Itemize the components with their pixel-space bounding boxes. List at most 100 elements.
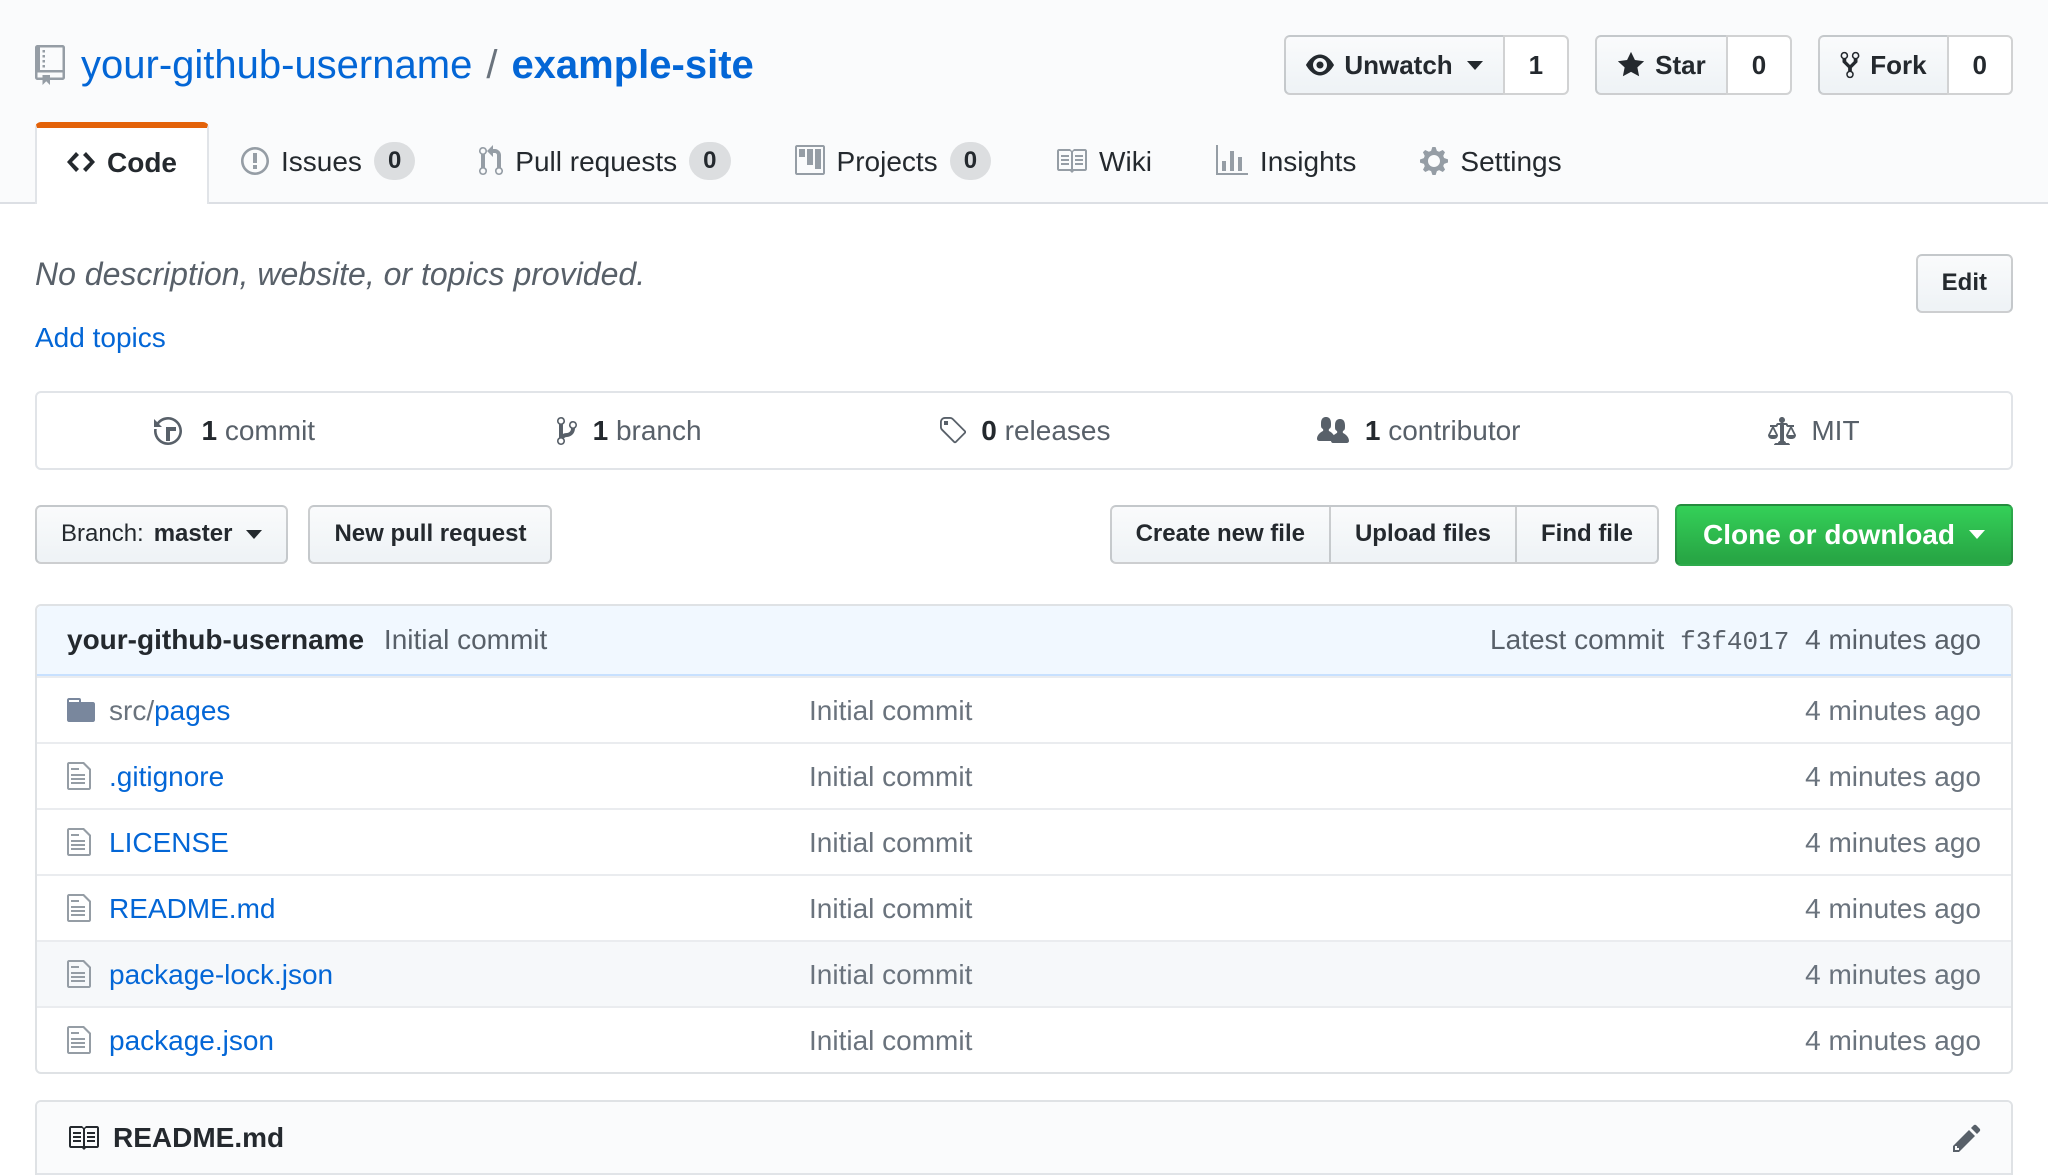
tab-label: Code <box>107 145 177 180</box>
stat-label: releases <box>1005 415 1111 446</box>
clone-label: Clone or download <box>1703 518 1955 552</box>
file-name-link[interactable]: package.json <box>109 1025 274 1056</box>
social-actions: Unwatch 1 Star 0 Fo <box>1284 35 2013 95</box>
repo-icon <box>35 45 65 85</box>
file-icon <box>67 826 109 858</box>
unwatch-button[interactable]: Unwatch <box>1284 35 1502 95</box>
repo-title: your-github-username / example-site <box>35 40 754 90</box>
stat-label: branch <box>616 415 702 446</box>
create-new-file-button[interactable]: Create new file <box>1110 505 1331 564</box>
table-row: package-lock.json Initial commit 4 minut… <box>37 940 2011 1006</box>
stat-license[interactable]: MIT <box>1616 413 2011 448</box>
watchers-count[interactable]: 1 <box>1503 35 1569 95</box>
tab-label: Pull requests <box>515 144 677 179</box>
new-pull-request-button[interactable]: New pull request <box>308 505 552 564</box>
table-row: src/pages Initial commit 4 minutes ago <box>37 676 2011 742</box>
folder-icon <box>67 694 109 726</box>
file-name-link[interactable]: LICENSE <box>109 827 229 858</box>
file-commit-message-link[interactable]: Initial commit <box>809 761 972 792</box>
file-age: 4 minutes ago <box>1641 693 1981 728</box>
tab-pull-requests[interactable]: Pull requests 0 <box>447 122 762 202</box>
code-icon <box>67 146 95 178</box>
file-name-link[interactable]: package-lock.json <box>109 959 333 990</box>
file-name-link[interactable]: README.md <box>109 893 275 924</box>
repo-owner-link[interactable]: your-github-username <box>81 40 472 90</box>
repo-forked-icon <box>1840 50 1860 80</box>
stat-label: commit <box>225 415 315 446</box>
file-age: 4 minutes ago <box>1641 759 1981 794</box>
tab-insights[interactable]: Insights <box>1184 122 1389 202</box>
stat-releases[interactable]: 0 releases <box>827 413 1222 448</box>
table-row: package.json Initial commit 4 minutes ag… <box>37 1006 2011 1072</box>
fork-button[interactable]: Fork <box>1818 35 1946 95</box>
edit-button[interactable]: Edit <box>1916 254 2013 313</box>
law-icon <box>1768 415 1804 446</box>
file-name-link[interactable]: .gitignore <box>109 761 224 792</box>
tab-wiki[interactable]: Wiki <box>1023 122 1184 202</box>
issues-count-badge: 0 <box>374 142 415 180</box>
readme-title-link[interactable]: README.md <box>113 1120 284 1155</box>
star-control: Star 0 <box>1595 35 1792 95</box>
stars-count[interactable]: 0 <box>1726 35 1792 95</box>
star-label: Star <box>1655 52 1706 78</box>
people-icon <box>1317 415 1357 446</box>
branch-selector-button[interactable]: Branch: master <box>35 505 288 564</box>
commit-message-link[interactable]: Initial commit <box>384 624 547 655</box>
branch-name: master <box>154 520 233 549</box>
stat-branches[interactable]: 1 branch <box>432 413 827 448</box>
add-topics-link[interactable]: Add topics <box>35 320 166 355</box>
unwatch-label: Unwatch <box>1344 52 1452 78</box>
file-commit-message-link[interactable]: Initial commit <box>809 1025 972 1056</box>
tab-code[interactable]: Code <box>35 122 209 204</box>
issue-opened-icon <box>241 145 269 177</box>
projects-count-badge: 0 <box>950 142 991 180</box>
commit-author-link[interactable]: your-github-username <box>67 624 364 655</box>
chevron-down-icon <box>1467 61 1483 70</box>
book-icon <box>67 1122 99 1154</box>
commit-sha-link[interactable]: f3f4017 <box>1680 627 1789 657</box>
stat-number: 1 <box>201 415 217 446</box>
tab-label: Projects <box>837 144 938 179</box>
stat-commits[interactable]: 1 commit <box>37 413 432 448</box>
stat-contributors[interactable]: 1 contributor <box>1221 413 1616 448</box>
fork-control: Fork 0 <box>1818 35 2013 95</box>
tab-issues[interactable]: Issues 0 <box>209 122 447 202</box>
latest-commit-bar: your-github-username Initial commit Late… <box>37 606 2011 677</box>
file-icon <box>67 1024 109 1056</box>
pencil-icon <box>1953 1122 1981 1154</box>
history-icon <box>154 415 194 446</box>
star-button[interactable]: Star <box>1595 35 1726 95</box>
file-age: 4 minutes ago <box>1641 825 1981 860</box>
repo-name-link[interactable]: example-site <box>511 40 753 90</box>
file-commit-message-link[interactable]: Initial commit <box>809 695 972 726</box>
edit-readme-button[interactable] <box>1953 1122 1981 1154</box>
table-row: README.md Initial commit 4 minutes ago <box>37 874 2011 940</box>
eye-icon <box>1306 51 1334 79</box>
readme-section: README.md <box>35 1100 2013 1175</box>
project-icon <box>795 145 825 177</box>
chevron-down-icon <box>1969 530 1985 539</box>
path-separator: / <box>486 40 497 90</box>
file-commit-message-link[interactable]: Initial commit <box>809 893 972 924</box>
graph-icon <box>1216 145 1248 177</box>
upload-files-button[interactable]: Upload files <box>1329 505 1517 564</box>
file-path-prefix: src/ <box>109 695 154 726</box>
file-commit-message-link[interactable]: Initial commit <box>809 827 972 858</box>
watch-control: Unwatch 1 <box>1284 35 1569 95</box>
file-age: 4 minutes ago <box>1641 1023 1981 1058</box>
tab-projects[interactable]: Projects 0 <box>763 122 1024 202</box>
star-icon <box>1617 50 1645 80</box>
forks-count[interactable]: 0 <box>1947 35 2013 95</box>
clone-or-download-button[interactable]: Clone or download <box>1675 504 2013 566</box>
stat-number: 1 <box>1365 415 1381 446</box>
find-file-button[interactable]: Find file <box>1515 505 1659 564</box>
stat-number: 1 <box>593 415 609 446</box>
stat-number: 0 <box>981 415 997 446</box>
file-commit-message-link[interactable]: Initial commit <box>809 959 972 990</box>
repo-stats-bar: 1 commit 1 branch 0 releases 1 contribut… <box>35 391 2013 470</box>
gear-icon <box>1420 145 1448 177</box>
table-row: .gitignore Initial commit 4 minutes ago <box>37 742 2011 808</box>
file-name-link[interactable]: pages <box>154 695 230 726</box>
fork-label: Fork <box>1870 52 1926 78</box>
tab-settings[interactable]: Settings <box>1388 122 1593 202</box>
